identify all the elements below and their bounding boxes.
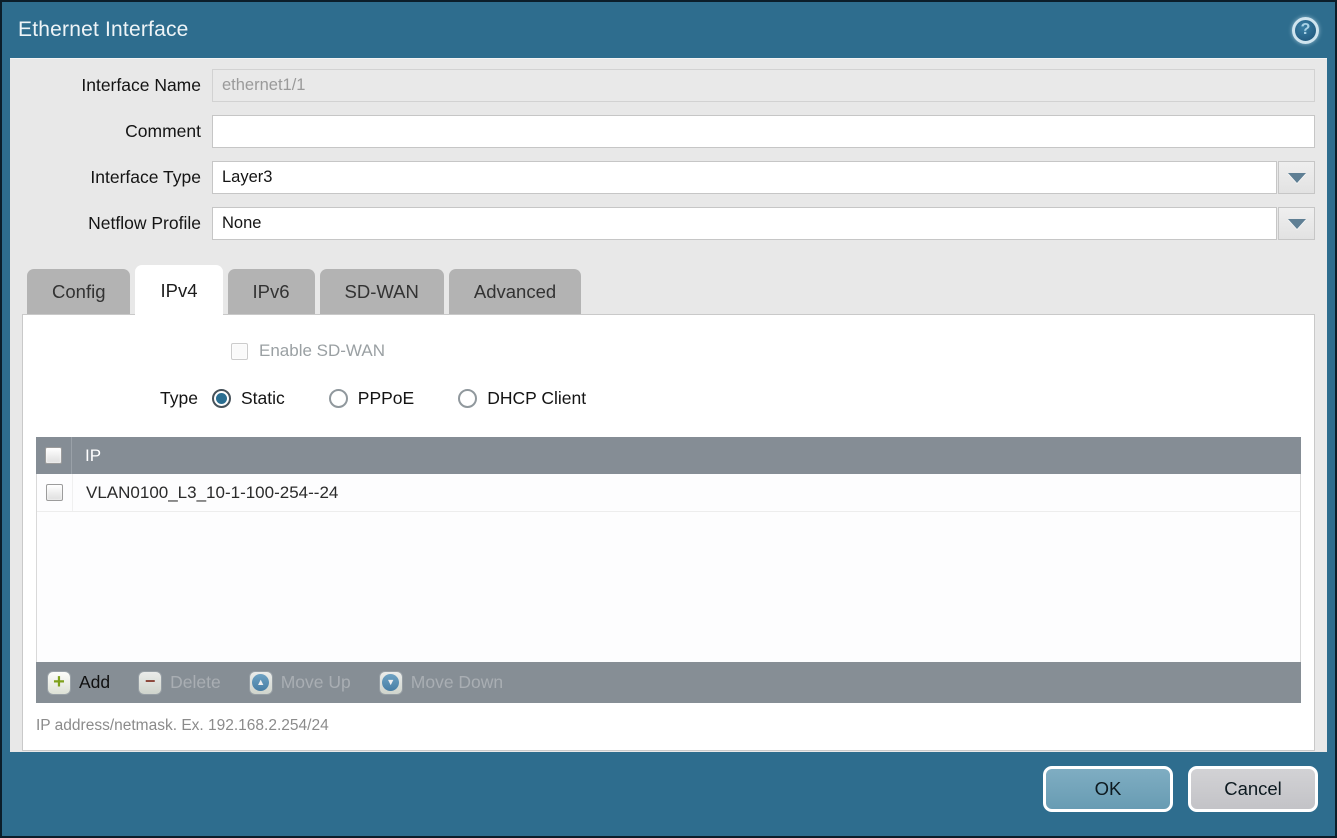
interface-name-label: Interface Name xyxy=(22,75,212,96)
radio-dhcp-client-icon[interactable] xyxy=(458,389,477,408)
ipv4-tab-panel: Enable SD-WAN Type Static PPPoE DHCP Cli… xyxy=(22,314,1315,751)
cancel-button[interactable]: Cancel xyxy=(1188,766,1318,812)
help-glyph: ? xyxy=(1301,21,1311,39)
radio-dhcp-client-label: DHCP Client xyxy=(487,388,586,409)
netflow-profile-dropdown-button[interactable] xyxy=(1278,207,1315,240)
ip-table-toolbar: + Add − Delete ▲ Move Up xyxy=(36,662,1301,703)
table-row[interactable]: VLAN0100_L3_10-1-100-254--24 xyxy=(37,474,1300,512)
tab-sd-wan[interactable]: SD-WAN xyxy=(320,269,444,314)
chevron-down-icon xyxy=(1288,219,1306,229)
delete-button: − Delete xyxy=(138,671,221,695)
netflow-profile-label: Netflow Profile xyxy=(22,213,212,234)
dialog-footer: OK Cancel xyxy=(2,752,1335,836)
ip-table-body: VLAN0100_L3_10-1-100-254--24 xyxy=(36,474,1301,662)
comment-label: Comment xyxy=(22,121,212,142)
tab-config[interactable]: Config xyxy=(27,269,130,314)
enable-sdwan-label: Enable SD-WAN xyxy=(259,341,385,361)
add-icon: + xyxy=(47,671,71,695)
ip-netmask-hint: IP address/netmask. Ex. 192.168.2.254/24 xyxy=(36,717,1301,735)
move-down-button: ▼ Move Down xyxy=(379,671,503,695)
netflow-profile-row: Netflow Profile xyxy=(22,207,1315,240)
interface-name-input xyxy=(212,69,1315,102)
dialog-titlebar: Ethernet Interface ? xyxy=(2,2,1335,58)
add-button[interactable]: + Add xyxy=(47,671,110,695)
ip-column-header: IP xyxy=(72,446,101,466)
enable-sdwan-checkbox xyxy=(231,343,248,360)
move-down-label: Move Down xyxy=(411,672,503,693)
move-up-button: ▲ Move Up xyxy=(249,671,351,695)
enable-sdwan-row: Enable SD-WAN xyxy=(231,340,1301,362)
move-up-icon: ▲ xyxy=(249,671,273,695)
dialog-content: Interface Name Comment Interface Type xyxy=(10,58,1327,752)
dialog-title: Ethernet Interface xyxy=(18,18,189,42)
interface-type-input[interactable] xyxy=(212,161,1277,194)
ethernet-interface-dialog: Ethernet Interface ? Interface Name Comm… xyxy=(0,0,1337,838)
ok-button[interactable]: OK xyxy=(1043,766,1173,812)
type-row: Type Static PPPoE DHCP Client xyxy=(36,387,1301,410)
radio-pppoe-icon[interactable] xyxy=(329,389,348,408)
move-up-label: Move Up xyxy=(281,672,351,693)
radio-static-label: Static xyxy=(241,388,285,409)
tab-ipv4[interactable]: IPv4 xyxy=(135,265,222,315)
add-label: Add xyxy=(79,672,110,693)
help-icon[interactable]: ? xyxy=(1292,17,1319,44)
interface-type-dropdown-button[interactable] xyxy=(1278,161,1315,194)
delete-icon: − xyxy=(138,671,162,695)
delete-label: Delete xyxy=(170,672,221,693)
ip-cell: VLAN0100_L3_10-1-100-254--24 xyxy=(73,483,338,503)
radio-static[interactable]: Static xyxy=(212,388,285,409)
radio-pppoe-label: PPPoE xyxy=(358,388,414,409)
chevron-down-icon xyxy=(1288,173,1306,183)
ip-table: IP VLAN0100_L3_10-1-100-254--24 + xyxy=(36,437,1301,703)
row-checkbox[interactable] xyxy=(46,484,63,501)
interface-type-label: Interface Type xyxy=(22,167,212,188)
comment-row: Comment xyxy=(22,115,1315,148)
tab-strip: Config IPv4 IPv6 SD-WAN Advanced xyxy=(22,264,1315,314)
type-label: Type xyxy=(36,388,198,409)
ip-table-header: IP xyxy=(36,437,1301,474)
interface-name-row: Interface Name xyxy=(22,69,1315,102)
tab-advanced[interactable]: Advanced xyxy=(449,269,581,314)
radio-dhcp-client[interactable]: DHCP Client xyxy=(458,388,586,409)
move-down-icon: ▼ xyxy=(379,671,403,695)
select-all-checkbox[interactable] xyxy=(45,447,62,464)
interface-type-row: Interface Type xyxy=(22,161,1315,194)
comment-input[interactable] xyxy=(212,115,1315,148)
tab-ipv6[interactable]: IPv6 xyxy=(228,269,315,314)
radio-pppoe[interactable]: PPPoE xyxy=(329,388,414,409)
radio-static-icon[interactable] xyxy=(212,389,231,408)
netflow-profile-input[interactable] xyxy=(212,207,1277,240)
